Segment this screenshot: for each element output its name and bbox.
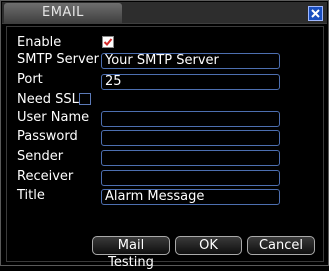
port-label: Port	[17, 72, 43, 87]
need-ssl-label: Need SSL	[17, 92, 79, 107]
title-field[interactable]: Alarm Message	[101, 189, 280, 205]
cancel-button[interactable]: Cancel	[247, 236, 315, 255]
smtp-server-field[interactable]: Your SMTP Server	[101, 53, 280, 69]
checkmark-icon	[103, 38, 113, 46]
title-label: Title	[17, 188, 45, 203]
sender-label: Sender	[17, 149, 64, 164]
password-field[interactable]	[101, 130, 280, 146]
window-title: EMAIL	[42, 5, 84, 20]
user-name-label: User Name	[17, 110, 90, 125]
close-button[interactable]	[308, 6, 323, 21]
password-label: Password	[17, 129, 78, 144]
title-bar: EMAIL	[2, 2, 327, 24]
email-dialog: EMAIL Enable SMTP Server Your SMTP Serve…	[0, 0, 329, 270]
sender-field[interactable]	[101, 150, 280, 166]
smtp-server-label: SMTP Server	[17, 52, 100, 67]
receiver-field[interactable]	[101, 170, 280, 186]
ok-button[interactable]: OK	[175, 236, 242, 255]
mail-testing-button[interactable]: Mail Testing	[92, 236, 170, 270]
close-icon	[311, 9, 320, 18]
receiver-label: Receiver	[17, 169, 74, 184]
enable-label: Enable	[17, 35, 62, 50]
title-tab: EMAIL	[4, 3, 122, 23]
enable-checkbox[interactable]	[102, 36, 114, 48]
port-field[interactable]: 25	[101, 74, 280, 90]
user-name-field[interactable]	[101, 111, 280, 127]
need-ssl-checkbox[interactable]	[79, 93, 91, 105]
